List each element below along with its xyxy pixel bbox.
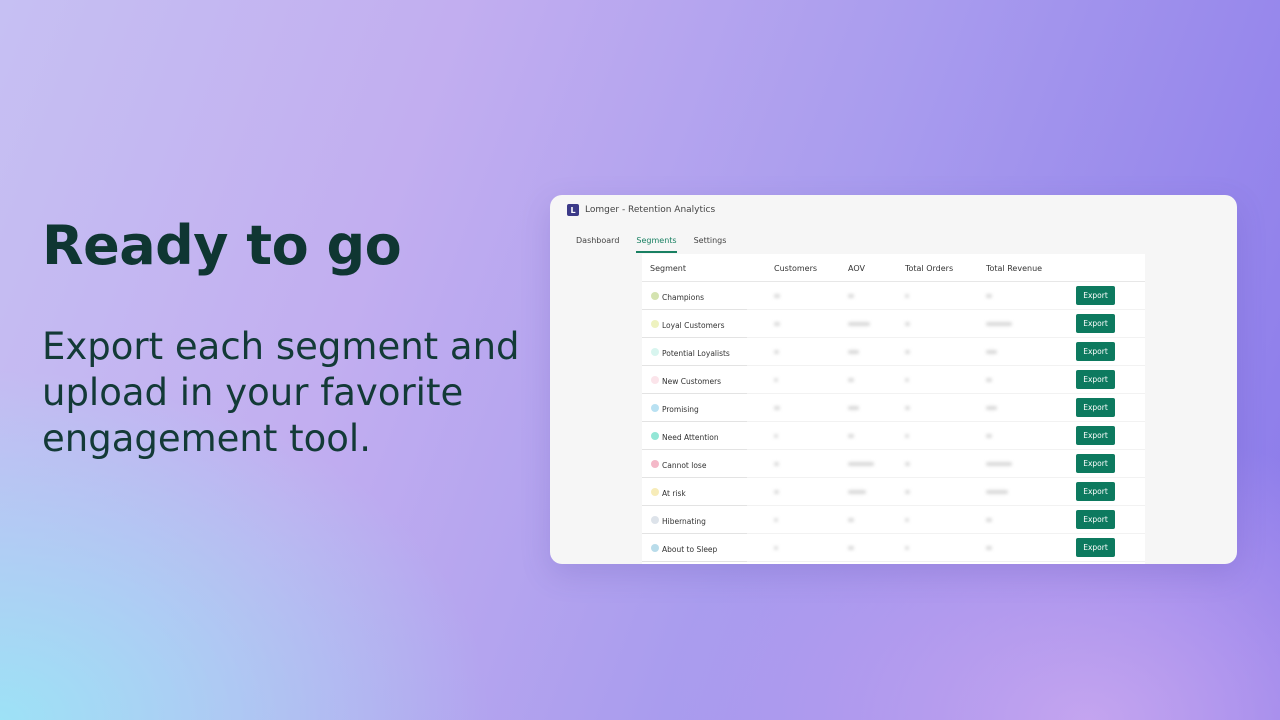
blurred-value <box>848 294 854 298</box>
export-button[interactable]: Export <box>1076 398 1115 417</box>
segment-color-dot <box>651 488 659 496</box>
segment-name: Champions <box>662 293 704 302</box>
blurred-value <box>848 518 854 522</box>
blurred-value <box>848 406 859 410</box>
blurred-value <box>986 322 1012 326</box>
blurred-value <box>774 378 778 382</box>
blurred-value <box>774 322 780 326</box>
segment-color-dot <box>651 544 659 552</box>
table-row: At risk Export <box>642 478 1145 506</box>
hero-description: Export each segment and upload in your f… <box>42 325 520 460</box>
segment-name: About to Sleep <box>662 545 718 554</box>
blurred-value <box>986 294 992 298</box>
segment-color-dot <box>651 460 659 468</box>
segment-name: At risk <box>662 489 686 498</box>
app-logo-icon: L <box>567 204 579 216</box>
segment-color-dot <box>651 320 659 328</box>
blurred-value <box>848 462 874 466</box>
row-divider <box>642 561 747 562</box>
blurred-value <box>905 378 909 382</box>
segment-color-dot <box>651 432 659 440</box>
export-button[interactable]: Export <box>1076 426 1115 445</box>
blurred-value <box>848 322 870 326</box>
table-row: Potential Loyalists Export <box>642 338 1145 366</box>
export-button[interactable]: Export <box>1076 286 1115 305</box>
table-header: Segment Customers AOV Total Orders Total… <box>642 254 1145 282</box>
segment-name: Potential Loyalists <box>662 349 730 358</box>
blurred-value <box>774 406 780 410</box>
blurred-value <box>905 294 909 298</box>
column-header-segment: Segment <box>650 264 686 273</box>
blurred-value <box>848 434 854 438</box>
export-button[interactable]: Export <box>1076 510 1115 529</box>
segment-name: New Customers <box>662 377 722 386</box>
table-row: Cannot lose Export <box>642 450 1145 478</box>
blurred-value <box>848 350 859 354</box>
segment-color-dot <box>651 376 659 384</box>
tab-bar: Dashboard Segments Settings <box>576 233 743 253</box>
blurred-value <box>986 462 1012 466</box>
segment-name: Hibernating <box>662 517 706 526</box>
blurred-value <box>905 350 910 354</box>
table-row: Hibernating Export <box>642 506 1145 534</box>
blurred-value <box>986 378 992 382</box>
blurred-value <box>905 406 910 410</box>
column-header-customers: Customers <box>774 264 818 273</box>
column-header-total-revenue: Total Revenue <box>986 264 1043 273</box>
segment-name: Cannot lose <box>662 461 707 470</box>
segment-name: Promising <box>662 405 699 414</box>
tab-settings[interactable]: Settings <box>694 233 727 253</box>
blurred-value <box>986 490 1008 494</box>
app-window: L Lomger - Retention Analytics Dashboard… <box>550 195 1237 564</box>
blurred-value <box>774 462 779 466</box>
table-row: Need Attention Export <box>642 422 1145 450</box>
export-button[interactable]: Export <box>1076 538 1115 557</box>
table-row: New Customers Export <box>642 366 1145 394</box>
blurred-value <box>848 378 854 382</box>
segment-color-dot <box>651 404 659 412</box>
table-row: Loyal Customers Export <box>642 310 1145 338</box>
app-title: Lomger - Retention Analytics <box>585 205 716 215</box>
export-button[interactable]: Export <box>1076 482 1115 501</box>
hero-title: Ready to go <box>42 214 402 277</box>
blurred-value <box>774 490 779 494</box>
blurred-value <box>905 462 910 466</box>
blurred-value <box>905 434 909 438</box>
table-row: Champions Export <box>642 282 1145 310</box>
blurred-value <box>774 294 780 298</box>
blurred-value <box>986 350 997 354</box>
blurred-value <box>848 546 854 550</box>
blurred-value <box>905 518 909 522</box>
column-header-total-orders: Total Orders <box>905 264 954 273</box>
segments-table: Segment Customers AOV Total Orders Total… <box>642 254 1145 564</box>
blurred-value <box>774 518 778 522</box>
export-button[interactable]: Export <box>1076 342 1115 361</box>
row-divider <box>747 561 1145 562</box>
segment-name: Need Attention <box>662 433 719 442</box>
table-row: Promising Export <box>642 394 1145 422</box>
blurred-value <box>905 546 909 550</box>
blurred-value <box>905 322 910 326</box>
segment-color-dot <box>651 292 659 300</box>
blurred-value <box>774 434 778 438</box>
blurred-value <box>848 490 866 494</box>
segment-name: Loyal Customers <box>662 321 725 330</box>
export-button[interactable]: Export <box>1076 454 1115 473</box>
table-row: About to Sleep Export <box>642 534 1145 562</box>
tab-dashboard[interactable]: Dashboard <box>576 233 619 253</box>
export-button[interactable]: Export <box>1076 370 1115 389</box>
blurred-value <box>986 406 997 410</box>
blurred-value <box>986 546 992 550</box>
export-button[interactable]: Export <box>1076 314 1115 333</box>
blurred-value <box>986 518 992 522</box>
blurred-value <box>774 350 779 354</box>
segment-color-dot <box>651 516 659 524</box>
blurred-value <box>986 434 992 438</box>
column-header-aov: AOV <box>848 264 865 273</box>
blurred-value <box>774 546 778 550</box>
segment-color-dot <box>651 348 659 356</box>
window-titlebar: L Lomger - Retention Analytics <box>550 195 1237 225</box>
tab-segments[interactable]: Segments <box>636 233 677 253</box>
blurred-value <box>905 490 910 494</box>
